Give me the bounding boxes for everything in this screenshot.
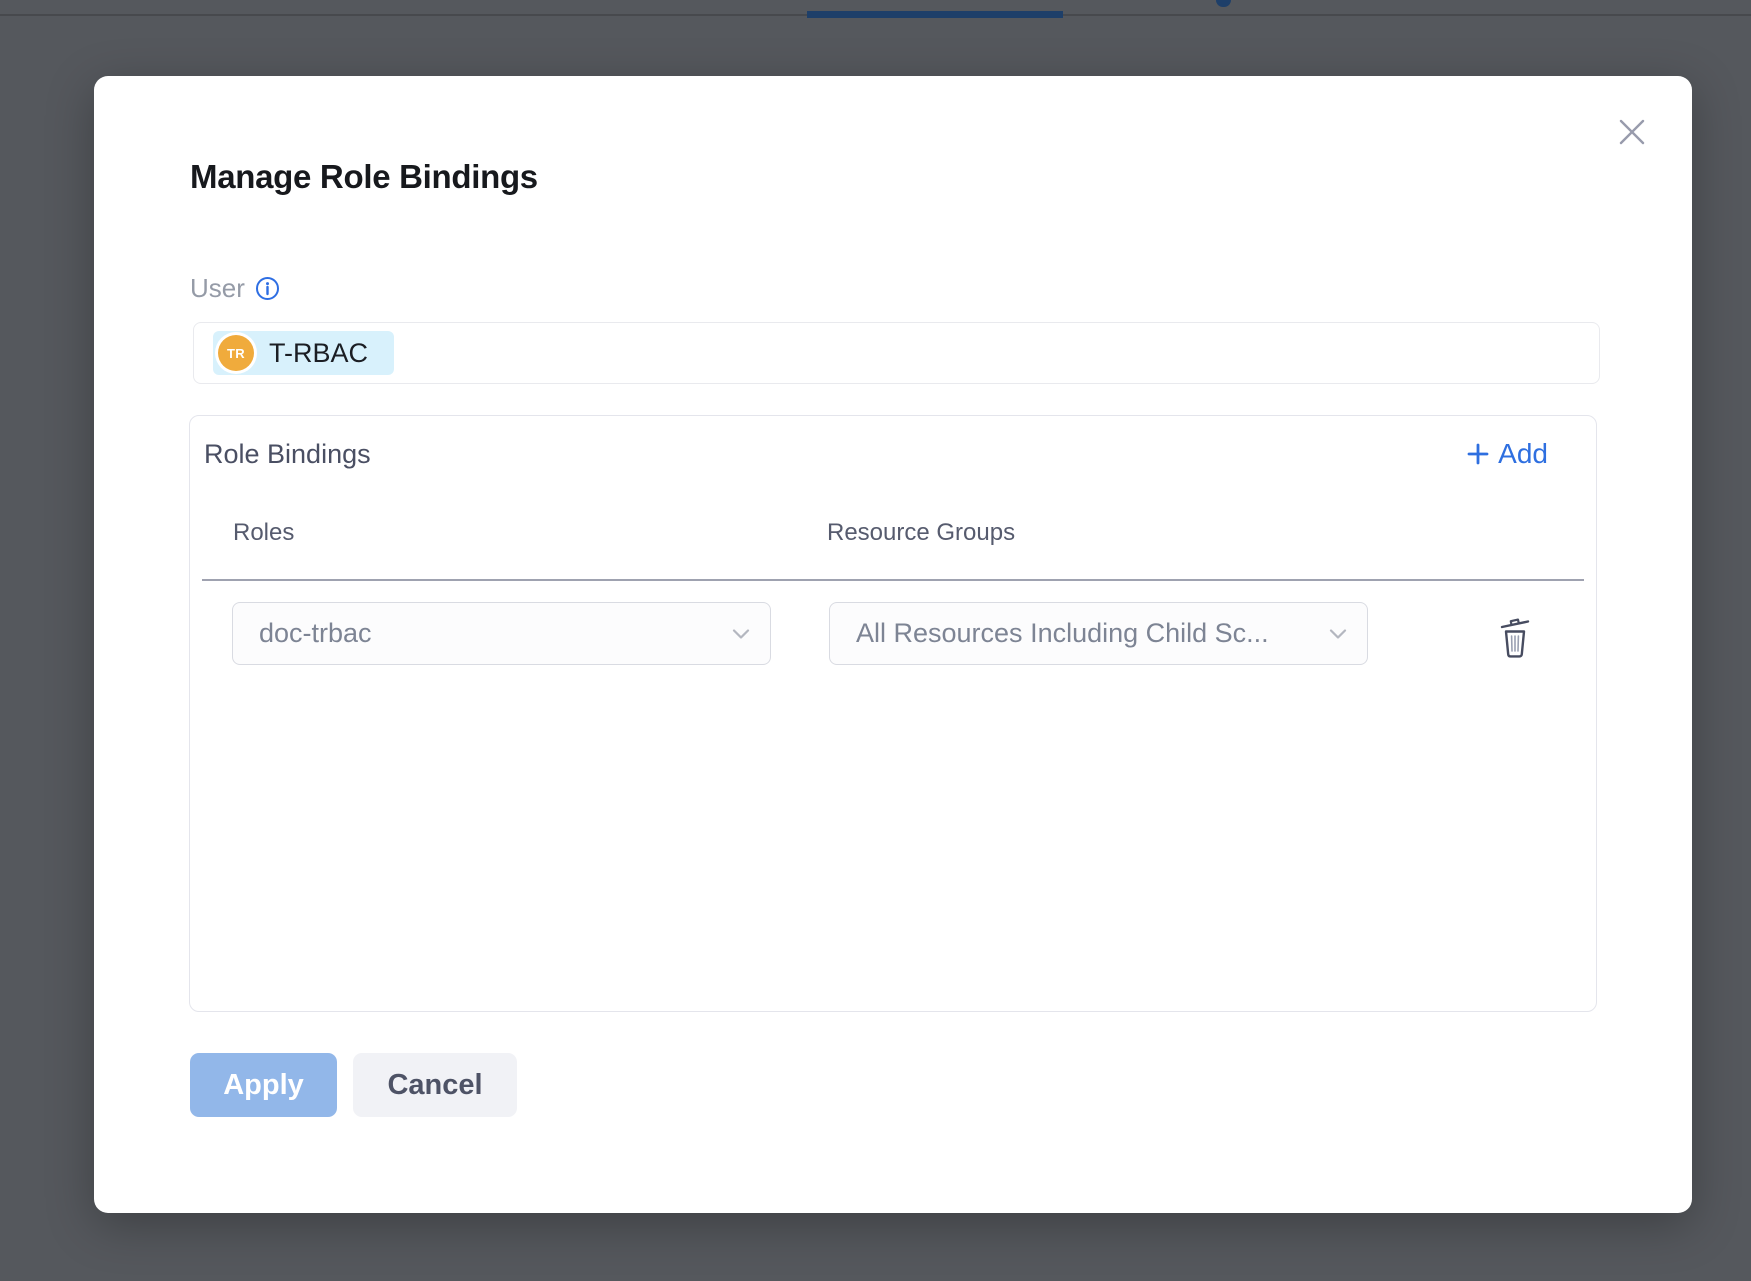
close-button[interactable]	[1606, 106, 1658, 158]
trash-icon	[1497, 614, 1533, 660]
column-header-roles: Roles	[233, 519, 294, 547]
plus-icon	[1467, 443, 1489, 465]
user-label: User	[190, 273, 245, 304]
add-binding-button[interactable]: Add	[1467, 438, 1548, 470]
role-select[interactable]: doc-trbac	[232, 602, 771, 665]
role-bindings-panel: Role Bindings Add Roles Resource Groups …	[189, 415, 1597, 1012]
user-name: T-RBAC	[269, 338, 368, 369]
apply-button[interactable]: Apply	[190, 1053, 337, 1117]
dialog-title: Manage Role Bindings	[190, 158, 538, 196]
clipped-tab-text-remnant	[1216, 0, 1231, 7]
resource-group-select-value: All Resources Including Child Sc...	[856, 618, 1269, 649]
chevron-down-icon	[1329, 628, 1347, 639]
manage-role-bindings-dialog: Manage Role Bindings User TR T-RBAC Role…	[94, 76, 1692, 1213]
active-tab-indicator	[807, 11, 1063, 18]
role-select-value: doc-trbac	[259, 618, 372, 649]
chevron-down-icon	[732, 628, 750, 639]
user-input[interactable]: TR T-RBAC	[193, 322, 1600, 384]
user-label-row: User	[190, 273, 280, 304]
selected-user-chip[interactable]: TR T-RBAC	[213, 331, 394, 375]
delete-binding-button[interactable]	[1486, 608, 1544, 666]
role-bindings-title: Role Bindings	[204, 439, 371, 470]
column-header-resource-groups: Resource Groups	[827, 519, 1015, 547]
info-icon[interactable]	[255, 276, 280, 301]
cancel-button[interactable]: Cancel	[353, 1053, 517, 1117]
user-avatar: TR	[218, 335, 254, 371]
role-bindings-header: Role Bindings Add	[204, 438, 1548, 470]
add-binding-label: Add	[1498, 438, 1548, 470]
close-icon	[1618, 118, 1646, 146]
table-header-divider	[202, 579, 1584, 581]
resource-group-select[interactable]: All Resources Including Child Sc...	[829, 602, 1368, 665]
